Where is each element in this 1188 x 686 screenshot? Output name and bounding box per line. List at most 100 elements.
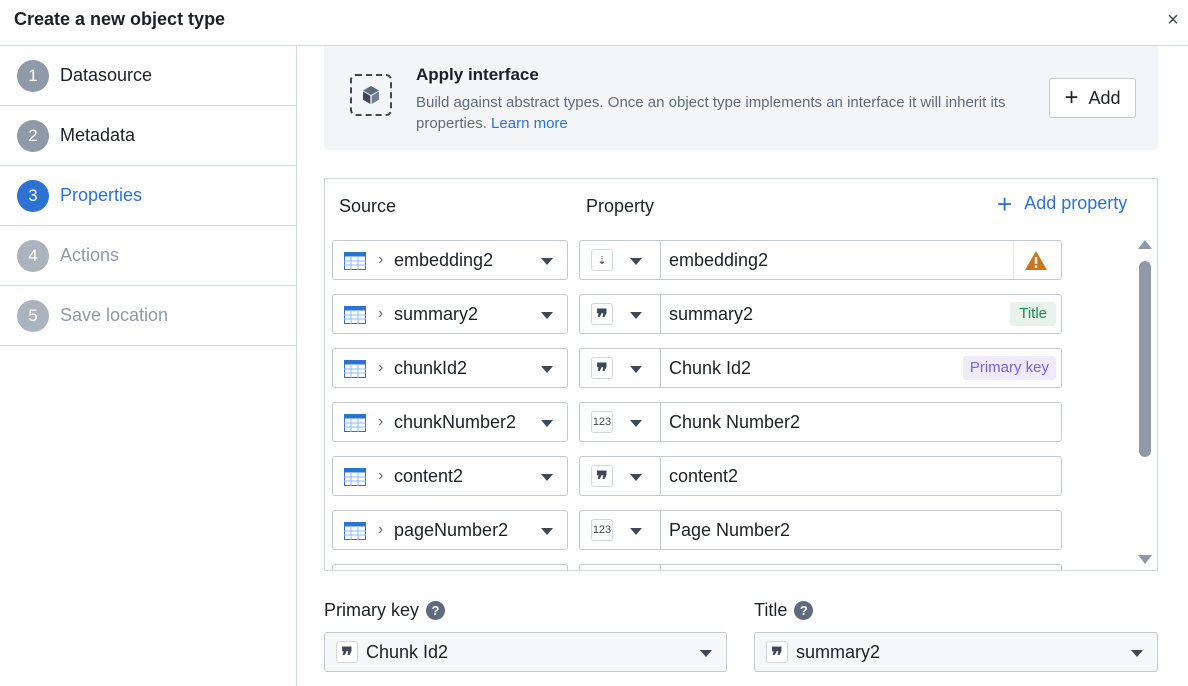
property-name-input[interactable]: content2 bbox=[660, 456, 1062, 496]
step-label: Properties bbox=[60, 185, 143, 205]
property-type-select[interactable] bbox=[579, 564, 661, 570]
property-name: Chunk Number2 bbox=[669, 412, 801, 432]
property-name-input[interactable]: embedding2 bbox=[660, 240, 1062, 280]
number-icon: 123 bbox=[591, 411, 613, 433]
interface-cube-icon bbox=[350, 74, 392, 116]
add-interface-label: Add bbox=[1088, 87, 1121, 108]
primary-key-value: Chunk Id2 bbox=[366, 642, 449, 662]
property-name: Page Number2 bbox=[669, 520, 791, 540]
table-icon bbox=[344, 522, 366, 540]
step-label: Datasource bbox=[60, 65, 153, 85]
string-icon: ❞ bbox=[591, 465, 613, 491]
property-column-header: Property bbox=[586, 196, 655, 216]
step-number: 3 bbox=[17, 179, 49, 212]
source-column-name: pageNumber2 bbox=[394, 520, 509, 540]
chevron-right-icon: › bbox=[378, 467, 384, 484]
step-save-location: 5 Save location bbox=[0, 286, 296, 346]
table-icon bbox=[344, 360, 366, 378]
chevron-down-icon bbox=[541, 258, 553, 265]
property-type-select[interactable]: ⇣ bbox=[579, 240, 661, 280]
apply-interface-card: Apply interface Build against abstract t… bbox=[324, 46, 1158, 150]
step-properties[interactable]: 3 Properties bbox=[0, 166, 296, 226]
source-column-select[interactable] bbox=[332, 564, 568, 570]
source-column-select[interactable]: › content2 bbox=[332, 456, 568, 496]
plus-icon: + bbox=[1064, 84, 1079, 111]
help-icon[interactable]: ? bbox=[426, 601, 446, 620]
title-label: Title ? bbox=[754, 600, 814, 621]
chevron-down-icon bbox=[541, 366, 553, 373]
source-column-name: content2 bbox=[394, 466, 464, 486]
title-label-text: Title bbox=[754, 600, 788, 620]
properties-panel: Apply interface Build against abstract t… bbox=[298, 46, 1188, 686]
property-mapping-table: Source Property + Add property › embeddi… bbox=[324, 178, 1158, 571]
property-type-select[interactable]: ❞ bbox=[579, 348, 661, 388]
property-type-select[interactable]: ❞ bbox=[579, 294, 661, 334]
string-icon: ❞ bbox=[591, 357, 613, 383]
chevron-down-icon bbox=[541, 474, 553, 481]
property-name-input[interactable]: Page Number2 bbox=[660, 510, 1062, 550]
steps-sidebar: 1 Datasource 2 Metadata 3 Properties 4 A… bbox=[0, 46, 297, 686]
source-column-header: Source bbox=[339, 196, 397, 216]
chevron-down-icon bbox=[1131, 650, 1143, 657]
close-icon[interactable]: × bbox=[1162, 10, 1184, 32]
string-icon: ❞ bbox=[591, 303, 613, 329]
source-column-select[interactable]: › chunkNumber2 bbox=[332, 402, 568, 442]
add-interface-button[interactable]: + Add bbox=[1049, 78, 1136, 118]
chevron-down-icon bbox=[630, 258, 642, 265]
add-property-label: Add property bbox=[1024, 193, 1128, 213]
source-column-select[interactable]: › pageNumber2 bbox=[332, 510, 568, 550]
vector-icon: ⇣ bbox=[591, 249, 613, 271]
primary-key-label: Primary key ? bbox=[324, 600, 446, 621]
step-datasource[interactable]: 1 Datasource bbox=[0, 46, 296, 106]
source-column-name: chunkId2 bbox=[394, 358, 468, 378]
warning-icon[interactable] bbox=[1013, 241, 1057, 279]
property-name-input[interactable]: summary2 Title bbox=[660, 294, 1062, 334]
title-select[interactable]: ❞ summary2 bbox=[754, 632, 1158, 672]
property-type-select[interactable]: 123 bbox=[579, 510, 661, 550]
source-column-select[interactable]: › embedding2 bbox=[332, 240, 568, 280]
property-rows: › embedding2 ⇣ embedding2 › summary2 ❞ s… bbox=[325, 240, 1135, 570]
source-column-name: chunkNumber2 bbox=[394, 412, 517, 432]
plus-icon: + bbox=[997, 188, 1013, 219]
chevron-right-icon: › bbox=[378, 413, 384, 430]
source-column-name: summary2 bbox=[394, 304, 479, 324]
scroll-up-arrow-icon[interactable] bbox=[1138, 240, 1152, 249]
property-name: Chunk Id2 bbox=[669, 358, 752, 378]
chevron-down-icon bbox=[630, 420, 642, 427]
chevron-right-icon: › bbox=[378, 521, 384, 538]
source-column-name: embedding2 bbox=[394, 250, 494, 270]
interface-title: Apply interface bbox=[416, 65, 539, 84]
source-column-select[interactable]: › chunkId2 bbox=[332, 348, 568, 388]
dialog-header: Create a new object type × bbox=[0, 0, 1188, 46]
step-label: Actions bbox=[60, 245, 120, 265]
property-name-input[interactable]: Chunk Number2 bbox=[660, 402, 1062, 442]
help-icon[interactable]: ? bbox=[794, 601, 814, 620]
chevron-down-icon bbox=[700, 650, 712, 657]
property-name: embedding2 bbox=[669, 250, 769, 270]
step-actions: 4 Actions bbox=[0, 226, 296, 286]
scrollbar-thumb[interactable] bbox=[1139, 261, 1151, 457]
title-value: summary2 bbox=[796, 642, 881, 662]
chevron-down-icon bbox=[630, 474, 642, 481]
number-icon: 123 bbox=[591, 519, 613, 541]
learn-more-link[interactable]: Learn more bbox=[491, 115, 568, 132]
title-tag: Title bbox=[1010, 302, 1056, 326]
chevron-down-icon bbox=[541, 312, 553, 319]
chevron-down-icon bbox=[630, 528, 642, 535]
primary-key-select[interactable]: ❞ Chunk Id2 bbox=[324, 632, 727, 672]
property-name-input[interactable]: Chunk Id2 Primary key bbox=[660, 348, 1062, 388]
step-label: Save location bbox=[60, 305, 169, 325]
dialog-title: Create a new object type bbox=[14, 9, 226, 29]
source-column-select[interactable]: › summary2 bbox=[332, 294, 568, 334]
chevron-down-icon bbox=[541, 420, 553, 427]
add-property-button[interactable]: + Add property bbox=[997, 188, 1128, 219]
step-metadata[interactable]: 2 Metadata bbox=[0, 106, 296, 166]
chevron-right-icon: › bbox=[378, 305, 384, 322]
property-type-select[interactable]: 123 bbox=[579, 402, 661, 442]
scroll-down-arrow-icon[interactable] bbox=[1138, 555, 1152, 564]
property-name: content2 bbox=[669, 466, 739, 486]
step-number: 1 bbox=[17, 59, 49, 92]
property-name-input[interactable] bbox=[660, 564, 1062, 570]
chevron-right-icon: › bbox=[378, 359, 384, 376]
property-type-select[interactable]: ❞ bbox=[579, 456, 661, 496]
